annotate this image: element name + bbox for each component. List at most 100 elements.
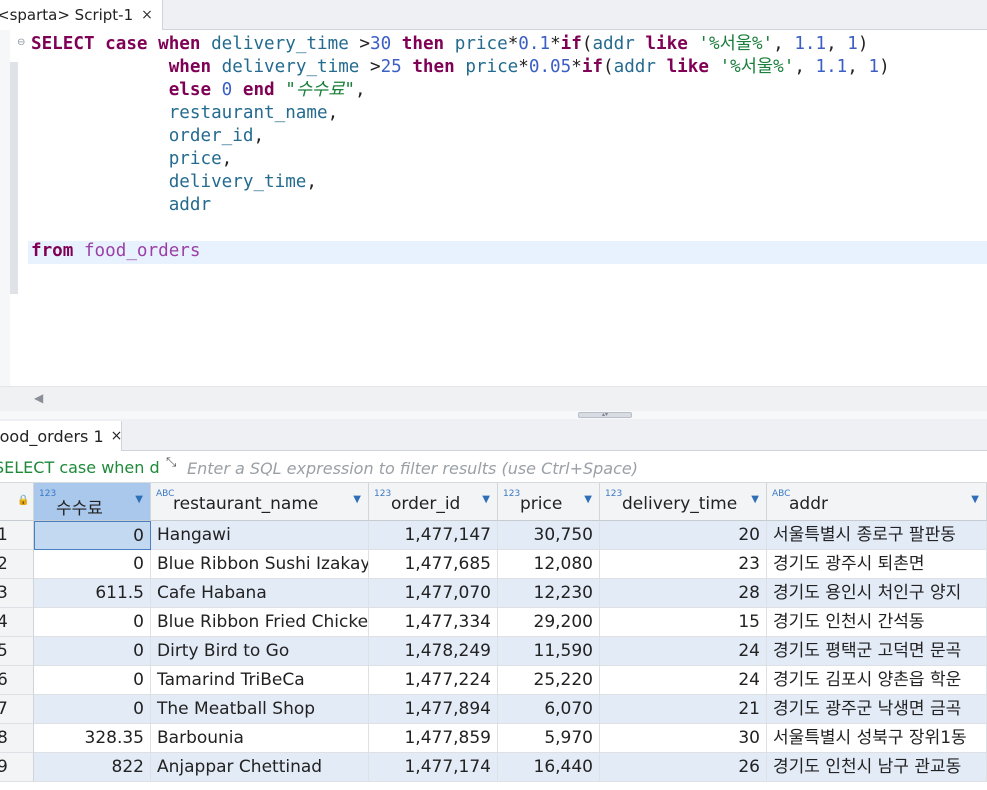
cell-delivery-time[interactable]: 24 xyxy=(600,666,767,695)
cell-restaurant-name[interactable]: Blue Ribbon Sushi Izakaya xyxy=(151,550,369,579)
column-filter-icon[interactable]: ▼ xyxy=(584,494,592,505)
close-icon[interactable]: × xyxy=(141,7,153,23)
cell-fee[interactable]: 0 xyxy=(34,608,151,637)
row-number[interactable]: 9 xyxy=(0,753,34,782)
cell-order-id[interactable]: 1,478,249 xyxy=(369,637,498,666)
fold-collapse-icon[interactable]: ⊖ xyxy=(17,37,25,48)
cell-delivery-time[interactable]: 23 xyxy=(600,550,767,579)
column-filter-icon[interactable]: ▼ xyxy=(353,494,361,505)
cell-order-id[interactable]: 1,477,685 xyxy=(369,550,498,579)
column-header-fee[interactable]: 123 수수료 ▼ xyxy=(34,483,151,521)
cell-order-id[interactable]: 1,477,070 xyxy=(369,579,498,608)
cell-addr[interactable]: 경기도 김포시 양촌읍 학운 xyxy=(767,666,987,695)
cell-restaurant-name[interactable]: Barbounia xyxy=(151,724,369,753)
column-header-addr[interactable]: ABC addr ▼ xyxy=(767,483,987,521)
cell-price[interactable]: 5,970 xyxy=(498,724,600,753)
cell-delivery-time[interactable]: 21 xyxy=(600,695,767,724)
cell-delivery-time[interactable]: 26 xyxy=(600,753,767,782)
sql-editor[interactable]: ⊖ SELECT case when delivery_time >30 the… xyxy=(0,30,987,386)
table-row[interactable]: 70The Meatball Shop1,477,8946,07021경기도 광… xyxy=(0,695,987,724)
cell-addr[interactable]: 경기도 평택군 고덕면 문곡 xyxy=(767,637,987,666)
tab-script-1[interactable]: <sparta> Script-1 × xyxy=(0,0,163,30)
cell-price[interactable]: 29,200 xyxy=(498,608,600,637)
close-icon[interactable]: × xyxy=(111,428,121,444)
table-row[interactable]: 10Hangawi1,477,14730,75020서울특별시 종로구 팔판동 xyxy=(0,521,987,550)
table-row[interactable]: 40Blue Ribbon Fried Chicken1,477,33429,2… xyxy=(0,608,987,637)
cell-fee[interactable]: 0 xyxy=(34,521,151,550)
cell-price[interactable]: 16,440 xyxy=(498,753,600,782)
column-header-order-id[interactable]: 123 order_id ▼ xyxy=(369,483,498,521)
cell-fee[interactable]: 822 xyxy=(34,753,151,782)
cell-fee[interactable]: 611.5 xyxy=(34,579,151,608)
cell-delivery-time[interactable]: 24 xyxy=(600,637,767,666)
row-number[interactable]: 5 xyxy=(0,637,34,666)
cell-delivery-time[interactable]: 20 xyxy=(600,521,767,550)
row-number[interactable]: 4 xyxy=(0,608,34,637)
cell-fee[interactable]: 0 xyxy=(34,666,151,695)
cell-fee[interactable]: 328.35 xyxy=(34,724,151,753)
cell-fee[interactable]: 0 xyxy=(34,637,151,666)
cell-price[interactable]: 30,750 xyxy=(498,521,600,550)
result-grid[interactable]: 🔒 123 수수료 ▼ ABC restaurant_name ▼ 123 order_id ▼ 1… xyxy=(0,483,987,790)
cell-order-id[interactable]: 1,477,894 xyxy=(369,695,498,724)
column-header-price[interactable]: 123 price ▼ xyxy=(498,483,600,521)
table-row[interactable]: 3611.5Cafe Habana1,477,07012,23028경기도 용인… xyxy=(0,579,987,608)
column-filter-icon[interactable]: ▼ xyxy=(135,494,143,505)
row-number[interactable]: 7 xyxy=(0,695,34,724)
column-filter-icon[interactable]: ▼ xyxy=(971,494,979,505)
column-header-delivery-time[interactable]: 123 delivery_time ▼ xyxy=(600,483,767,521)
table-row[interactable]: 9822Anjappar Chettinad1,477,17416,44026경… xyxy=(0,753,987,782)
cell-addr[interactable]: 경기도 인천시 간석동 xyxy=(767,608,987,637)
table-row[interactable]: 60Tamarind TriBeCa1,477,22425,22024경기도 김… xyxy=(0,666,987,695)
cell-order-id[interactable]: 1,477,147 xyxy=(369,521,498,550)
cell-addr[interactable]: 경기도 광주군 낙생면 금곡 xyxy=(767,695,987,724)
cell-restaurant-name[interactable]: Anjappar Chettinad xyxy=(151,753,369,782)
expand-filter-icon[interactable]: ⤡ xyxy=(166,455,176,470)
cell-price[interactable]: 12,080 xyxy=(498,550,600,579)
cell-delivery-time[interactable]: 30 xyxy=(600,724,767,753)
cell-price[interactable]: 12,230 xyxy=(498,579,600,608)
tab-food-orders-1[interactable]: food_orders 1 × xyxy=(0,421,122,451)
cell-restaurant-name[interactable]: Cafe Habana xyxy=(151,579,369,608)
table-row[interactable]: 50Dirty Bird to Go1,478,24911,59024경기도 평… xyxy=(0,637,987,666)
editor-horizontal-scrollbar[interactable]: ◀ xyxy=(0,386,987,411)
table-row[interactable]: 8328.35Barbounia1,477,8595,97030서울특별시 성북… xyxy=(0,724,987,753)
cell-order-id[interactable]: 1,477,174 xyxy=(369,753,498,782)
cell-addr[interactable]: 경기도 광주시 퇴촌면 xyxy=(767,550,987,579)
cell-addr[interactable]: 서울특별시 성북구 장위1동 xyxy=(767,724,987,753)
cell-restaurant-name[interactable]: Blue Ribbon Fried Chicken xyxy=(151,608,369,637)
cell-addr[interactable]: 서울특별시 종로구 팔판동 xyxy=(767,521,987,550)
panel-splitter[interactable]: ▴▾ xyxy=(0,411,987,419)
column-filter-icon[interactable]: ▼ xyxy=(482,494,490,505)
row-number[interactable]: 8 xyxy=(0,724,34,753)
row-number[interactable]: 1 xyxy=(0,521,34,550)
cell-restaurant-name[interactable]: The Meatball Shop xyxy=(151,695,369,724)
sql-code[interactable]: SELECT case when delivery_time >30 then … xyxy=(31,33,890,263)
cell-delivery-time[interactable]: 28 xyxy=(600,579,767,608)
cell-delivery-time[interactable]: 15 xyxy=(600,608,767,637)
cell-addr[interactable]: 경기도 용인시 처인구 양지 xyxy=(767,579,987,608)
cell-restaurant-name[interactable]: Dirty Bird to Go xyxy=(151,637,369,666)
cell-restaurant-name[interactable]: Hangawi xyxy=(151,521,369,550)
cell-order-id[interactable]: 1,477,334 xyxy=(369,608,498,637)
column-header-label: order_id xyxy=(391,494,461,514)
query-preview[interactable]: SELECT case when de xyxy=(0,458,160,477)
cell-restaurant-name[interactable]: Tamarind TriBeCa xyxy=(151,666,369,695)
splitter-grip-icon[interactable]: ▴▾ xyxy=(578,412,632,418)
filter-input[interactable]: Enter a SQL expression to filter results… xyxy=(187,459,638,478)
row-number[interactable]: 3 xyxy=(0,579,34,608)
cell-price[interactable]: 11,590 xyxy=(498,637,600,666)
table-row[interactable]: 20Blue Ribbon Sushi Izakaya1,477,68512,0… xyxy=(0,550,987,579)
row-number[interactable]: 2 xyxy=(0,550,34,579)
cell-order-id[interactable]: 1,477,224 xyxy=(369,666,498,695)
cell-addr[interactable]: 경기도 인천시 남구 관교동 xyxy=(767,753,987,782)
row-number[interactable]: 6 xyxy=(0,666,34,695)
scroll-left-icon[interactable]: ◀ xyxy=(34,391,43,405)
cell-fee[interactable]: 0 xyxy=(34,695,151,724)
cell-price[interactable]: 6,070 xyxy=(498,695,600,724)
column-header-restaurant-name[interactable]: ABC restaurant_name ▼ xyxy=(151,483,369,521)
cell-price[interactable]: 25,220 xyxy=(498,666,600,695)
column-filter-icon[interactable]: ▼ xyxy=(751,494,759,505)
cell-order-id[interactable]: 1,477,859 xyxy=(369,724,498,753)
cell-fee[interactable]: 0 xyxy=(34,550,151,579)
